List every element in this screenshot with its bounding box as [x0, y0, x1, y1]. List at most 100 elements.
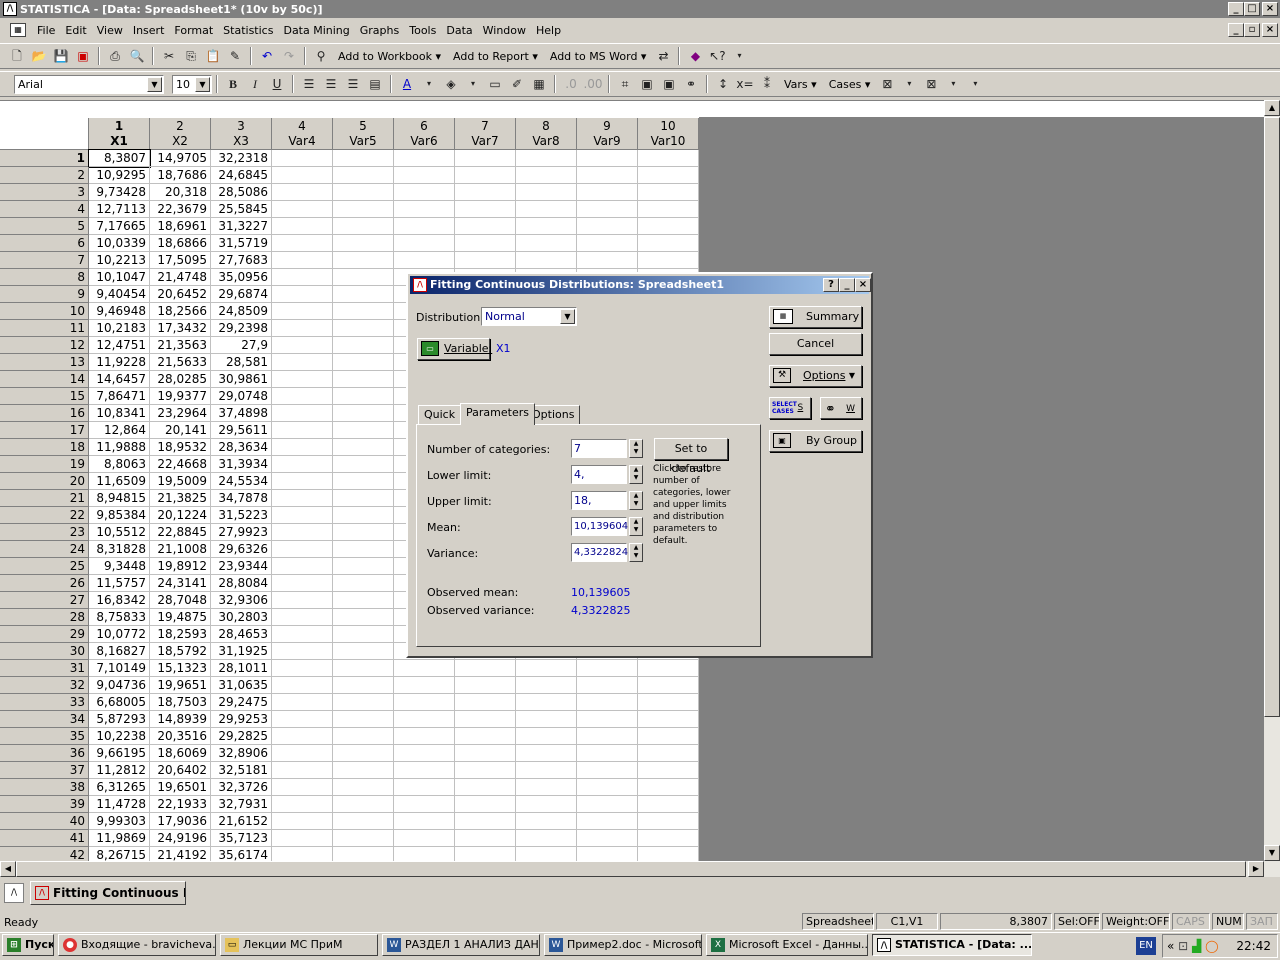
table-cell[interactable] [333, 711, 394, 728]
table-cell[interactable] [333, 167, 394, 184]
row-header[interactable]: 14 [0, 371, 89, 388]
table-cell[interactable] [272, 252, 333, 269]
row-header[interactable]: 34 [0, 711, 89, 728]
table-cell[interactable]: 17,5095 [150, 252, 211, 269]
num-categories-input[interactable]: 7 [571, 439, 627, 458]
table-cell[interactable] [516, 762, 577, 779]
chevron-down-icon[interactable]: ▾ [463, 74, 483, 94]
table-cell[interactable] [455, 779, 516, 796]
distribution-select[interactable]: Normal ▼ [481, 307, 577, 326]
table-cell[interactable] [577, 235, 638, 252]
table-cell[interactable] [516, 847, 577, 861]
table-cell[interactable]: 35,7123 [211, 830, 272, 847]
menu-window[interactable]: Window [478, 24, 531, 37]
opera-icon[interactable]: ◯ [1205, 939, 1218, 953]
row-header[interactable]: 28 [0, 609, 89, 626]
table-cell[interactable]: 29,2475 [211, 694, 272, 711]
table-cell[interactable] [333, 779, 394, 796]
table-cell[interactable] [333, 371, 394, 388]
table-cell[interactable]: 28,4653 [211, 626, 272, 643]
table-cell[interactable] [394, 167, 455, 184]
table-cell[interactable]: 19,6501 [150, 779, 211, 796]
table-cell[interactable] [333, 592, 394, 609]
table-cell[interactable] [516, 728, 577, 745]
sheet-style-icon[interactable]: ⊠ [921, 74, 941, 94]
row-header[interactable]: 6 [0, 235, 89, 252]
table-cell[interactable] [333, 541, 394, 558]
table-cell[interactable]: 31,0635 [211, 677, 272, 694]
table-cell[interactable] [333, 762, 394, 779]
table-cell[interactable]: 16,8342 [89, 592, 150, 609]
table-cell[interactable]: 12,7113 [89, 201, 150, 218]
table-cell[interactable]: 20,3516 [150, 728, 211, 745]
column-header[interactable]: 4 Var4 [272, 118, 333, 150]
row-header[interactable]: 25 [0, 558, 89, 575]
increase-decimal-icon[interactable]: .0 [561, 74, 581, 94]
table-cell[interactable] [516, 830, 577, 847]
summary-button[interactable]: ▦ Summary [769, 306, 862, 328]
column-header[interactable]: 6 Var6 [394, 118, 455, 150]
table-cell[interactable] [333, 456, 394, 473]
table-cell[interactable] [455, 847, 516, 861]
table-cell[interactable] [577, 201, 638, 218]
italic-button[interactable]: I [245, 74, 265, 94]
sort-icon[interactable]: ↕ [713, 74, 733, 94]
column-header[interactable]: 8 Var8 [516, 118, 577, 150]
table-cell[interactable]: 21,1008 [150, 541, 211, 558]
table-cell[interactable] [272, 592, 333, 609]
table-cell[interactable] [394, 252, 455, 269]
table-cell[interactable] [272, 728, 333, 745]
table-cell[interactable] [516, 796, 577, 813]
table-cell[interactable] [272, 711, 333, 728]
table-cell[interactable] [638, 201, 699, 218]
table-cell[interactable]: 29,9253 [211, 711, 272, 728]
table-cell[interactable]: 31,3227 [211, 218, 272, 235]
row-header[interactable]: 20 [0, 473, 89, 490]
column-header[interactable]: 5 Var5 [333, 118, 394, 150]
table-cell[interactable]: 6,68005 [89, 694, 150, 711]
table-cell[interactable]: 21,4748 [150, 269, 211, 286]
table-cell[interactable]: 21,5633 [150, 354, 211, 371]
table-cell[interactable]: 18,6961 [150, 218, 211, 235]
table-cell[interactable]: 30,2803 [211, 609, 272, 626]
menu-file[interactable]: File [32, 24, 60, 37]
table-cell[interactable] [516, 745, 577, 762]
table-cell[interactable]: 10,2213 [89, 252, 150, 269]
table-cell[interactable] [333, 677, 394, 694]
chevron-down-icon[interactable]: ▼ [195, 76, 210, 92]
table-cell[interactable]: 6,31265 [89, 779, 150, 796]
row-header[interactable]: 37 [0, 762, 89, 779]
table-cell[interactable]: 19,9651 [150, 677, 211, 694]
table-cell[interactable] [516, 694, 577, 711]
table-cell[interactable] [333, 354, 394, 371]
table-cell[interactable] [455, 796, 516, 813]
taskbar-item-statistica[interactable]: /\ STATISTICA - [Data: ... [872, 934, 1032, 956]
table-cell[interactable]: 28,1011 [211, 660, 272, 677]
table-cell[interactable]: 24,3141 [150, 575, 211, 592]
table-cell[interactable] [272, 830, 333, 847]
table-cell[interactable] [516, 201, 577, 218]
row-header[interactable]: 21 [0, 490, 89, 507]
scroll-right-icon[interactable]: ▶ [1248, 861, 1264, 877]
table-cell[interactable]: 17,3432 [150, 320, 211, 337]
table-cell[interactable] [394, 235, 455, 252]
table-cell[interactable] [577, 677, 638, 694]
table-cell[interactable] [455, 660, 516, 677]
table-cell[interactable]: 28,3634 [211, 439, 272, 456]
table-cell[interactable]: 30,9861 [211, 371, 272, 388]
table-cell[interactable] [577, 779, 638, 796]
table-cell[interactable]: 24,5534 [211, 473, 272, 490]
spreadsheet-doc-icon[interactable]: ▦ [10, 23, 26, 37]
table-cell[interactable]: 11,9888 [89, 439, 150, 456]
row-header[interactable]: 23 [0, 524, 89, 541]
table-cell[interactable]: 8,3807 [88, 149, 151, 168]
table-cell[interactable]: 29,2825 [211, 728, 272, 745]
table-cell[interactable]: 7,17665 [89, 218, 150, 235]
row-header[interactable]: 26 [0, 575, 89, 592]
table-cell[interactable]: 7,10149 [89, 660, 150, 677]
lower-limit-spinner[interactable]: ▲ ▼ [629, 465, 643, 484]
open-icon[interactable]: 📂 [29, 46, 49, 66]
language-indicator[interactable]: EN [1136, 937, 1156, 955]
table-cell[interactable] [272, 320, 333, 337]
table-cell[interactable]: 24,9196 [150, 830, 211, 847]
